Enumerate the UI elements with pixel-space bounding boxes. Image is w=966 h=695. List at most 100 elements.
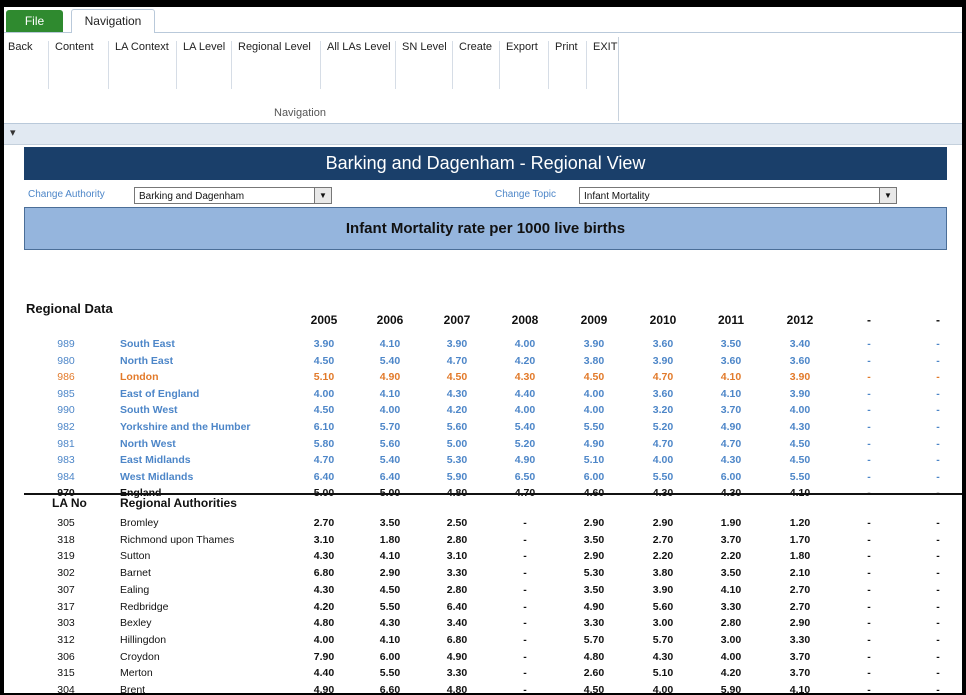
content-button[interactable]: Content xyxy=(55,41,94,53)
table-row[interactable]: 305 Bromley 2.70 3.50 2.50 - 2.90 2.90 1.90 1.20 -… xyxy=(4,515,962,532)
ribbon-group-divider xyxy=(618,37,619,121)
table-cell: - xyxy=(523,600,527,613)
table-row[interactable]: 980 North East 4.50 5.40 4.70 4.20 3.80 3.90 3.6… xyxy=(4,353,962,370)
authority-name[interactable]: Richmond upon Thames xyxy=(120,532,234,549)
chevron-down-icon[interactable]: ▼ xyxy=(879,188,896,203)
authority-name[interactable]: Sutton xyxy=(120,548,150,565)
export-button[interactable]: Export xyxy=(506,41,538,53)
table-row[interactable]: 312 Hillingdon 4.00 4.10 6.80 - 5.70 5.70 3.00 3.… xyxy=(4,632,962,649)
table-cell: - xyxy=(936,470,940,483)
table-row[interactable]: 317 Redbridge 4.20 5.50 6.40 - 4.90 5.60 3.30 2.7… xyxy=(4,599,962,616)
table-row[interactable]: 319 Sutton 4.30 4.10 3.10 - 2.90 2.20 2.20 1.80 - - xyxy=(4,548,962,565)
table-row[interactable]: 982 Yorkshire and the Humber 6.10 5.70 5.60 5… xyxy=(4,419,962,436)
authority-select-value: Barking and Dagenham xyxy=(139,191,245,202)
table-row[interactable]: 989 South East 3.90 4.10 3.90 4.00 3.90 3.60 3.5… xyxy=(4,336,962,353)
table-cell: 4.80 xyxy=(583,650,605,663)
table-cell: 5.20 xyxy=(652,421,674,433)
table-cell: 4.90 xyxy=(583,437,605,450)
region-name[interactable]: South West xyxy=(120,402,178,419)
table-cell: - xyxy=(936,617,940,630)
table-cell: - xyxy=(936,387,940,400)
table-row[interactable]: 985 East of England 4.00 4.10 4.30 4.40 4.00 3.… xyxy=(4,386,962,403)
table-cell: 3.80 xyxy=(583,354,605,367)
ribbon-separator xyxy=(452,41,453,89)
table-row[interactable]: 986 London 5.10 4.90 4.50 4.30 4.50 4.70 4.10 3.9… xyxy=(4,369,962,386)
authority-name[interactable]: Bromley xyxy=(120,515,159,532)
ribbon-tabs: File Navigation xyxy=(4,7,962,33)
table-row[interactable]: 990 South West 4.50 4.00 4.20 4.00 4.00 3.20 3.7… xyxy=(4,402,962,419)
authority-name[interactable]: Bexley xyxy=(120,615,152,632)
table-row[interactable]: 306 Croydon 7.90 6.00 4.90 - 4.80 4.30 4.00 3.70 -… xyxy=(4,649,962,666)
table-cell: 5.60 xyxy=(446,421,468,433)
table-cell: - xyxy=(867,387,871,400)
region-name[interactable]: East Midlands xyxy=(120,452,191,469)
topic-select[interactable]: Infant Mortality ▼ xyxy=(579,187,897,204)
exit-button[interactable]: EXIT xyxy=(593,41,617,53)
table-cell: 4.20 xyxy=(514,354,536,367)
authority-name[interactable]: Redbridge xyxy=(120,599,168,616)
table-cell: 4.90 xyxy=(720,421,742,433)
authority-name[interactable]: Merton xyxy=(120,665,153,682)
region-name[interactable]: North East xyxy=(120,353,173,370)
la-level-button[interactable]: LA Level xyxy=(183,41,225,53)
quick-access-bar: ▾ xyxy=(4,124,962,145)
table-cell: 3.30 xyxy=(446,667,468,680)
chevron-down-icon[interactable]: ▼ xyxy=(314,188,331,203)
table-cell: 4.00 xyxy=(313,387,335,400)
table-cell: 4.20 xyxy=(446,404,468,417)
table-row[interactable]: 304 Brent 4.90 6.60 4.80 - 4.50 4.00 5.90 4.10 - - xyxy=(4,682,962,693)
la-number: 315 xyxy=(57,667,75,680)
table-row[interactable]: 983 East Midlands 4.70 5.40 5.30 4.90 5.10 4.00… xyxy=(4,452,962,469)
year-header: 2005 xyxy=(310,313,338,327)
table-cell: 6.00 xyxy=(583,470,605,483)
table-cell: - xyxy=(936,454,940,467)
regional-level-button[interactable]: Regional Level xyxy=(238,41,311,53)
print-button[interactable]: Print xyxy=(555,41,578,53)
back-button[interactable]: Back xyxy=(8,41,32,53)
table-row[interactable]: 303 Bexley 4.80 4.30 3.40 - 3.30 3.00 2.80 2.90 - - xyxy=(4,615,962,632)
tab-file[interactable]: File xyxy=(6,10,63,32)
table-cell: - xyxy=(867,421,871,433)
table-cell: - xyxy=(867,567,871,580)
table-row[interactable]: 318 Richmond upon Thames 3.10 1.80 2.80 - 3.50… xyxy=(4,532,962,549)
region-name[interactable]: East of England xyxy=(120,386,199,403)
year-header: 2012 xyxy=(786,313,814,327)
all-las-level-button[interactable]: All LAs Level xyxy=(327,41,391,53)
table-cell: 4.90 xyxy=(583,600,605,613)
region-number: 980 xyxy=(57,354,75,367)
year-header: 2009 xyxy=(580,313,608,327)
region-name[interactable]: London xyxy=(120,369,158,386)
table-cell: - xyxy=(936,684,940,693)
table-cell: 2.90 xyxy=(583,550,605,563)
la-context-button[interactable]: LA Context xyxy=(115,41,169,53)
table-row[interactable]: 307 Ealing 4.30 4.50 2.80 - 3.50 3.90 4.10 2.70 - - xyxy=(4,582,962,599)
authority-name[interactable]: Ealing xyxy=(120,582,149,599)
table-cell: 4.50 xyxy=(583,684,605,693)
table-row[interactable]: 981 North West 5.80 5.60 5.00 5.20 4.90 4.70 4.7… xyxy=(4,436,962,453)
la-number: 306 xyxy=(57,650,75,663)
authority-name[interactable]: Hillingdon xyxy=(120,632,166,649)
region-name[interactable]: North West xyxy=(120,436,176,453)
table-row[interactable]: 302 Barnet 6.80 2.90 3.30 - 5.30 3.80 3.50 2.10 - - xyxy=(4,565,962,582)
table-cell: - xyxy=(867,338,871,350)
customize-toolbar-icon[interactable]: ▾ xyxy=(10,126,16,139)
authority-select[interactable]: Barking and Dagenham ▼ xyxy=(134,187,332,204)
sn-level-button[interactable]: SN Level xyxy=(402,41,447,53)
table-row[interactable]: 315 Merton 4.40 5.50 3.30 - 2.60 5.10 4.20 3.70 - - xyxy=(4,665,962,682)
la-number: 318 xyxy=(57,533,75,546)
region-name[interactable]: South East xyxy=(120,336,175,353)
authority-name[interactable]: Barnet xyxy=(120,565,151,582)
la-number: 307 xyxy=(57,583,75,596)
authority-name[interactable]: Croydon xyxy=(120,649,160,666)
table-cell: 4.00 xyxy=(720,650,742,663)
table-row[interactable]: 984 West Midlands 6.40 6.40 5.90 6.50 6.00 5.50… xyxy=(4,469,962,486)
table-cell: 3.50 xyxy=(583,533,605,546)
create-button[interactable]: Create xyxy=(459,41,492,53)
table-cell: 4.90 xyxy=(379,371,401,384)
table-cell: 4.70 xyxy=(652,437,674,450)
table-cell: 3.60 xyxy=(652,387,674,400)
tab-navigation[interactable]: Navigation xyxy=(71,9,155,33)
region-name[interactable]: West Midlands xyxy=(120,469,193,486)
authority-name[interactable]: Brent xyxy=(120,682,145,693)
region-name[interactable]: Yorkshire and the Humber xyxy=(120,419,251,436)
